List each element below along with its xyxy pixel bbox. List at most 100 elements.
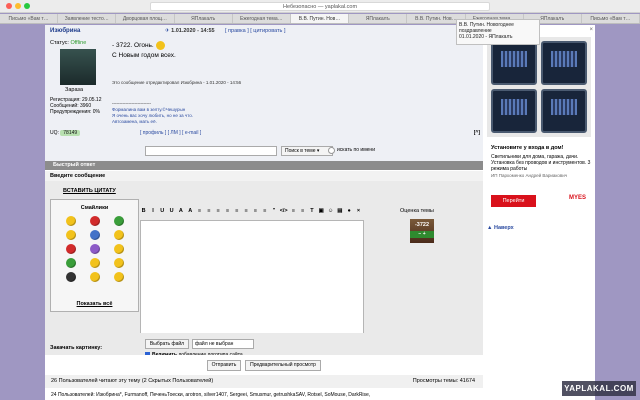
rating-buttons[interactable]: − + xyxy=(410,231,434,238)
toolbar-button[interactable]: U xyxy=(159,208,166,218)
toolbar-button[interactable]: × xyxy=(355,208,362,218)
browser-tab[interactable]: В.В. Путин. Нов… xyxy=(290,14,350,23)
smiley-icon[interactable] xyxy=(90,258,100,268)
ad-sidebar: × Установите у входа в дом! Светильники … xyxy=(483,25,595,400)
smileys-title: Смайлики xyxy=(80,205,109,211)
toolbar-button[interactable]: ≡ xyxy=(215,208,222,218)
profile-links[interactable]: [ профиль ] [ ЛМ ] [ e-mail ] xyxy=(140,130,201,136)
warnings: Предупреждения: 0% xyxy=(50,109,100,115)
ad-image[interactable] xyxy=(487,37,591,137)
search-scope-select[interactable]: Поиск в теме ▾ xyxy=(281,146,333,156)
toolbar-button[interactable]: ≡ xyxy=(196,208,203,218)
upload-row: Закачать картинку: Выбрать файл файл не … xyxy=(45,333,483,358)
zoom-window-icon[interactable] xyxy=(24,3,30,9)
smiley-icon[interactable] xyxy=(114,216,124,226)
toolbar-button[interactable]: ≡ xyxy=(290,208,297,218)
solar-lamp-icon xyxy=(541,89,587,133)
smiley-icon[interactable] xyxy=(66,216,76,226)
smiley-icon[interactable] xyxy=(114,230,124,240)
solar-lamp-icon xyxy=(491,41,537,85)
send-button[interactable]: Отправить xyxy=(207,360,241,371)
toolbar-button[interactable]: ≡ xyxy=(242,208,249,218)
toolbar-button[interactable]: " xyxy=(270,208,277,218)
rating-plus-button[interactable]: + xyxy=(423,231,426,237)
insert-quote-link[interactable]: ВСТАВИТЬ ЦИТАТУ xyxy=(63,188,116,194)
post-text-1: - 3722. Огонь. xyxy=(112,42,154,50)
show-all-smileys-link[interactable]: Показать всё xyxy=(51,301,138,307)
toolbar-button[interactable]: ● xyxy=(346,208,353,218)
smiley-icon[interactable] xyxy=(66,230,76,240)
post-body: - 3722. Огонь. С Новым годом всех. xyxy=(112,41,176,61)
rating-minus-button[interactable]: − xyxy=(418,231,421,237)
smiley-icon[interactable] xyxy=(66,244,76,254)
toolbar-button[interactable]: B xyxy=(140,208,147,218)
smiley-icon[interactable] xyxy=(90,230,100,240)
toolbar-button[interactable]: ≡ xyxy=(261,208,268,218)
forum-post: Изюбрина ✈ 1.01.2020 - 14:55 [ правка ] … xyxy=(45,25,483,161)
smiley-icon[interactable] xyxy=(90,272,100,282)
file-name-field: файл не выбран xyxy=(192,339,254,349)
ad-go-button[interactable]: Перейти xyxy=(491,195,536,207)
browser-tab[interactable]: Письмо «Вам т… xyxy=(0,14,59,23)
smiley-icon[interactable] xyxy=(90,244,100,254)
tab-bar: Письмо «Вам т… Заявление тесто… Дворцовая … xyxy=(0,14,640,24)
topic-rating-label: Оценка темы xyxy=(400,208,434,214)
toolbar-button[interactable]: </> xyxy=(280,208,288,218)
online-users: 24 Пользователей: Изюбрина*, Furmanoff, … xyxy=(45,390,483,400)
scroll-top-button[interactable]: [^] xyxy=(474,130,480,136)
toolbar-button[interactable]: A xyxy=(187,208,194,218)
formatting-toolbar: B I U U A A ≡ ≡ ≡ ≡ ≡ ≡ ≡ ≡ " </> ≡ ≡ T ▣ ☺ ▤ ● × xyxy=(140,208,362,218)
smiley-icon[interactable] xyxy=(114,272,124,282)
browser-titlebar: Небезопасно — yaplakal.com xyxy=(0,0,640,13)
uq-badge[interactable]: 78149 xyxy=(60,130,81,136)
toolbar-button[interactable]: ≡ xyxy=(252,208,259,218)
smiley-icon[interactable] xyxy=(66,258,76,268)
preview-button[interactable]: Предварительный просмотр xyxy=(245,360,321,371)
browser-tab[interactable]: ЯПлакалъ xyxy=(175,14,233,23)
toolbar-button[interactable]: ≡ xyxy=(205,208,212,218)
ad-source: ИП Пархоменко Андрей Вариакович xyxy=(491,173,568,178)
ad-text: Светильники для дома, гаража, дачи. Уста… xyxy=(491,154,591,172)
browser-tab[interactable]: Дворцовая площ… xyxy=(116,14,175,23)
window-controls[interactable] xyxy=(6,3,33,11)
toolbar-button[interactable]: ☺ xyxy=(327,208,334,218)
post-actions[interactable]: [ правка ] [ цитировать ] xyxy=(225,28,285,34)
avatar[interactable] xyxy=(60,49,96,85)
uq-rating: UQ: 78149 xyxy=(50,130,81,136)
toolbar-button[interactable]: ▤ xyxy=(336,208,343,218)
topic-stats: 26 Пользователей читают эту тему (2 Скры… xyxy=(45,375,483,388)
ad-close-icon[interactable]: × xyxy=(589,27,593,33)
toolbar-button[interactable]: U xyxy=(168,208,175,218)
smiley-icon[interactable] xyxy=(90,216,100,226)
ad-headline[interactable]: Установите у входа в дом! xyxy=(491,145,591,151)
browser-tab[interactable]: Письмо «Вам т… xyxy=(582,14,640,23)
toolbar-button[interactable]: ≡ xyxy=(299,208,306,218)
search-input[interactable] xyxy=(145,146,277,156)
edit-note: Это сообщение отредактировал Изюбрина - … xyxy=(112,80,242,85)
quick-reply-header: Быстрый ответ xyxy=(45,161,483,170)
browser-tab[interactable]: Заявление тесто… xyxy=(58,14,117,23)
back-to-top-link[interactable]: ▲ Наверх xyxy=(487,225,514,231)
post-author[interactable]: Изюбрина xyxy=(50,28,80,34)
toolbar-button[interactable]: ▣ xyxy=(318,208,325,218)
toolbar-button[interactable]: I xyxy=(149,208,156,218)
smiley-icon[interactable] xyxy=(114,258,124,268)
choose-file-button[interactable]: Выбрать файл xyxy=(145,339,189,349)
right-background xyxy=(595,25,640,400)
search-scope-label: Поиск в теме xyxy=(285,148,316,154)
smiley-icon[interactable] xyxy=(66,272,76,282)
address-bar[interactable]: Небезопасно — yaplakal.com xyxy=(150,2,490,11)
toolbar-button[interactable]: T xyxy=(308,208,315,218)
toolbar-button[interactable]: ≡ xyxy=(233,208,240,218)
browser-tab[interactable]: Ежегодная тема… xyxy=(233,14,291,23)
left-background xyxy=(0,25,45,400)
readers-count: 26 Пользователей читают эту тему (2 Скры… xyxy=(51,378,214,384)
toolbar-button[interactable]: ≡ xyxy=(224,208,231,218)
minimize-window-icon[interactable] xyxy=(15,3,21,9)
toolbar-button[interactable]: A xyxy=(177,208,184,218)
search-by-name-label: искать по имени xyxy=(337,147,375,153)
close-window-icon[interactable] xyxy=(6,3,12,9)
smiley-icon[interactable] xyxy=(114,244,124,254)
search-by-name-radio[interactable] xyxy=(328,147,335,154)
browser-tab[interactable]: ЯПлакалъ xyxy=(349,14,408,23)
